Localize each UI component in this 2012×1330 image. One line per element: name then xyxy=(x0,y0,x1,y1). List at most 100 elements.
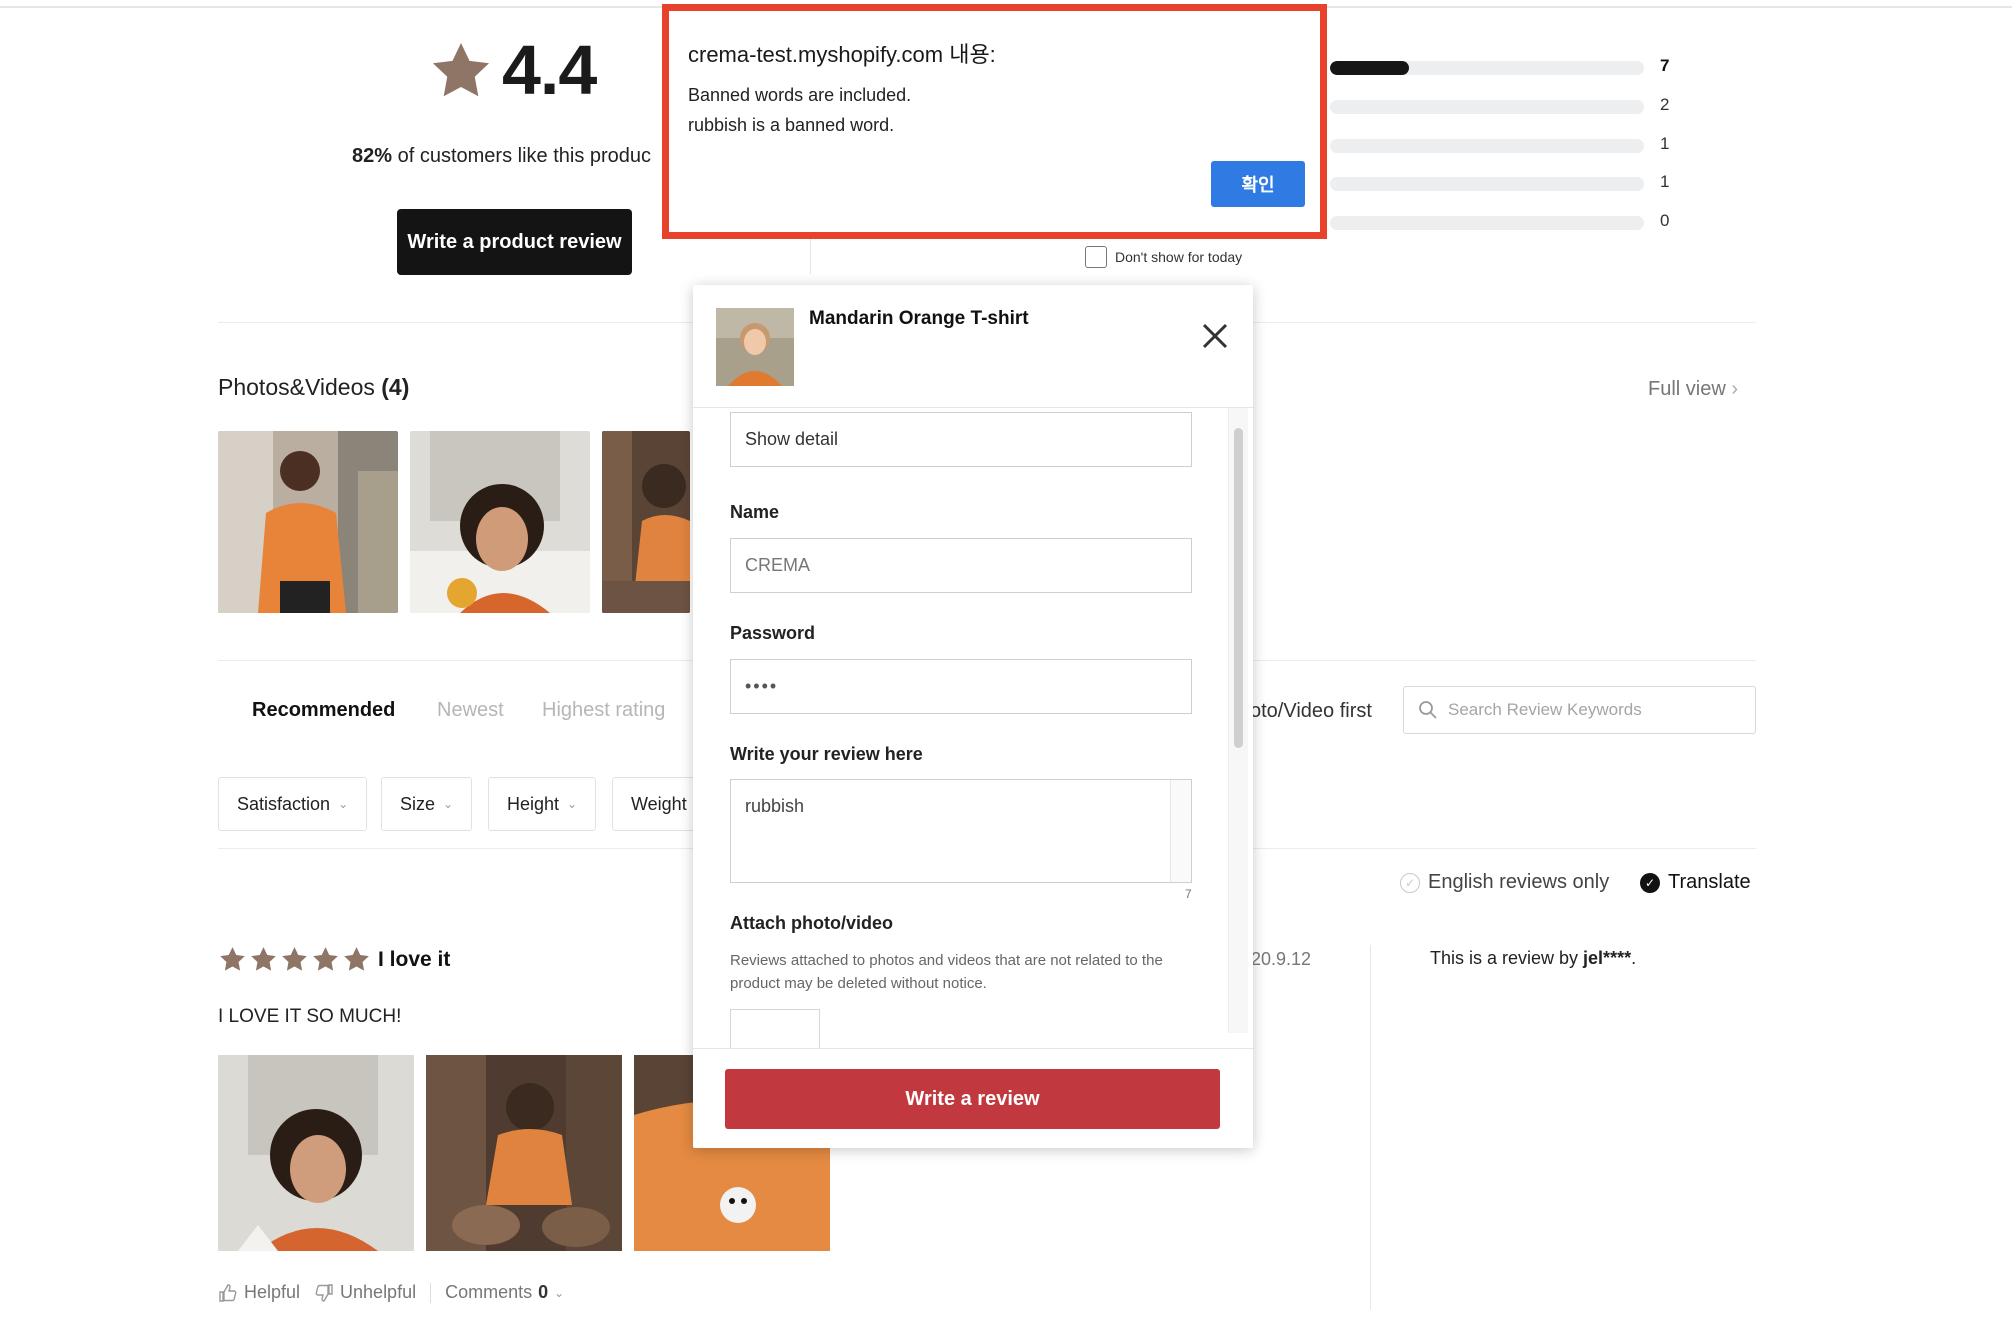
rating-bar-3 xyxy=(1330,139,1644,153)
name-label: Name xyxy=(730,502,780,522)
review-body: I LOVE IT SO MUCH! xyxy=(218,1006,402,1027)
sort-newest[interactable]: Newest xyxy=(437,699,504,722)
browser-alert-dialog: crema-test.myshopify.com 내용: Banned word… xyxy=(662,4,1327,239)
star-icon xyxy=(220,947,245,971)
chevron-down-icon: ⌄ xyxy=(554,1285,565,1300)
attach-note: Reviews attached to photos and videos th… xyxy=(730,952,1163,992)
rating-bar-count: 1 xyxy=(1660,134,1670,153)
translate-toggle[interactable]: ✓ Translate xyxy=(1640,871,1751,894)
rating-bar-count: 0 xyxy=(1660,211,1670,230)
review-search-box xyxy=(1403,686,1756,734)
dont-show-checkbox[interactable] xyxy=(1085,246,1107,268)
alert-message-line-1: Banned words are included. xyxy=(688,85,912,105)
alert-message-line-2: rubbish is a banned word. xyxy=(688,115,895,135)
full-view-label: Full view xyxy=(1648,378,1726,400)
alert-title: crema-test.myshopify.com 내용: xyxy=(688,42,996,67)
search-icon xyxy=(1419,701,1437,719)
english-reviews-only-toggle[interactable]: ✓ English reviews only xyxy=(1400,871,1609,894)
average-rating: 4.4 xyxy=(502,31,597,109)
rating-bar-count: 2 xyxy=(1660,95,1670,114)
comments-label: Comments xyxy=(445,1282,533,1302)
translate-label: Translate xyxy=(1668,871,1751,893)
review-actions: Helpful Unhelpful Comments 0 ⌄ xyxy=(218,1282,564,1303)
gallery-photo-3[interactable] xyxy=(602,431,690,613)
full-view-link[interactable]: Full view › xyxy=(1648,378,1738,401)
filter-size[interactable]: Size ⌄ xyxy=(381,777,473,831)
character-count: 7 xyxy=(1185,887,1192,901)
product-photo-icon xyxy=(716,308,794,386)
review-author-line: This is a review by jel****. xyxy=(1430,948,1636,969)
unhelpful-label: Unhelpful xyxy=(340,1282,417,1302)
like-text: of customers like this produc xyxy=(392,145,652,167)
photo-video-first-toggle[interactable]: oto/Video first xyxy=(1250,700,1372,723)
summary-divider xyxy=(810,236,811,274)
filter-height[interactable]: Height ⌄ xyxy=(488,777,597,831)
filter-label: Weight xyxy=(631,793,687,814)
photos-videos-count: (4) xyxy=(381,374,410,400)
comments-button[interactable]: Comments 0 ⌄ xyxy=(445,1282,564,1303)
helpful-label: Helpful xyxy=(244,1282,301,1302)
review-search-input[interactable] xyxy=(1448,687,1748,733)
chevron-down-icon: ⌄ xyxy=(443,797,454,811)
chevron-down-icon: ⌄ xyxy=(338,797,349,811)
dont-show-today[interactable]: Don't show for today xyxy=(1085,246,1242,268)
close-icon[interactable] xyxy=(1200,321,1230,351)
rating-star-icon xyxy=(432,42,490,97)
thumbs-up-icon xyxy=(219,1283,237,1302)
review-author: jel**** xyxy=(1583,948,1632,968)
person-photo-icon xyxy=(410,431,590,613)
actions-divider xyxy=(430,1282,432,1303)
password-label: Password xyxy=(730,623,816,643)
review-by-suffix: . xyxy=(1631,948,1637,968)
rating-bar-4 xyxy=(1330,100,1644,114)
alert-ok-button[interactable]: 확인 xyxy=(1211,161,1305,207)
comments-count: 0 xyxy=(538,1282,549,1302)
rating-bar-fill xyxy=(1330,61,1409,75)
chevron-down-icon: ⌄ xyxy=(567,797,578,811)
rating-bar-5 xyxy=(1330,61,1644,75)
review-text-label: Write your review here xyxy=(730,744,923,764)
rating-bar-1 xyxy=(1330,216,1644,230)
rating-bar-count: 7 xyxy=(1660,56,1670,75)
sort-highest-rating[interactable]: Highest rating xyxy=(542,699,665,722)
rating-bar-count: 1 xyxy=(1660,172,1670,191)
person-photo-icon xyxy=(218,431,398,613)
filter-label: Satisfaction xyxy=(237,793,331,814)
star-icon xyxy=(313,947,338,971)
star-icon xyxy=(344,947,369,971)
chevron-right-icon: › xyxy=(1731,378,1739,400)
filter-label: Size xyxy=(400,793,436,814)
review-side-divider xyxy=(1370,945,1371,1310)
name-input[interactable] xyxy=(730,538,1192,593)
review-photo-2[interactable] xyxy=(426,1055,622,1251)
check-circle-outline-icon: ✓ xyxy=(1400,872,1420,893)
dont-show-label: Don't show for today xyxy=(1115,249,1243,265)
password-input[interactable] xyxy=(730,659,1192,714)
thumbs-down-icon xyxy=(315,1283,333,1302)
modal-header-divider xyxy=(693,407,1253,408)
filter-label: Height xyxy=(507,793,560,814)
product-name: Mandarin Orange T-shirt xyxy=(809,308,1029,329)
filter-weight[interactable]: Weight xyxy=(612,777,700,831)
helpful-button[interactable]: Helpful xyxy=(218,1282,300,1303)
filter-satisfaction[interactable]: Satisfaction ⌄ xyxy=(218,777,368,831)
gallery-photo-1[interactable] xyxy=(218,431,398,613)
textarea-scrollbar[interactable] xyxy=(1170,780,1191,882)
write-product-review-button[interactable]: Write a product review xyxy=(397,209,632,275)
person-photo-icon xyxy=(602,431,690,613)
unhelpful-button[interactable]: Unhelpful xyxy=(314,1282,416,1303)
write-review-submit-button[interactable]: Write a review xyxy=(725,1069,1220,1129)
gallery-photo-2[interactable] xyxy=(410,431,590,613)
person-photo-icon xyxy=(218,1055,414,1251)
show-detail-field[interactable]: Show detail xyxy=(730,412,1192,467)
like-percent: 82% xyxy=(352,145,393,167)
like-summary: 82% of customers like this produc xyxy=(352,145,651,168)
modal-scrollbar-thumb[interactable] xyxy=(1234,428,1243,748)
review-by-prefix: This is a review by xyxy=(1430,948,1584,968)
sort-recommended[interactable]: Recommended xyxy=(252,699,395,722)
english-reviews-only-label: English reviews only xyxy=(1428,871,1610,893)
photos-videos-label: Photos&Videos xyxy=(218,374,375,400)
star-icon xyxy=(251,947,276,971)
review-textarea[interactable]: rubbish xyxy=(730,779,1192,883)
review-photo-1[interactable] xyxy=(218,1055,414,1251)
